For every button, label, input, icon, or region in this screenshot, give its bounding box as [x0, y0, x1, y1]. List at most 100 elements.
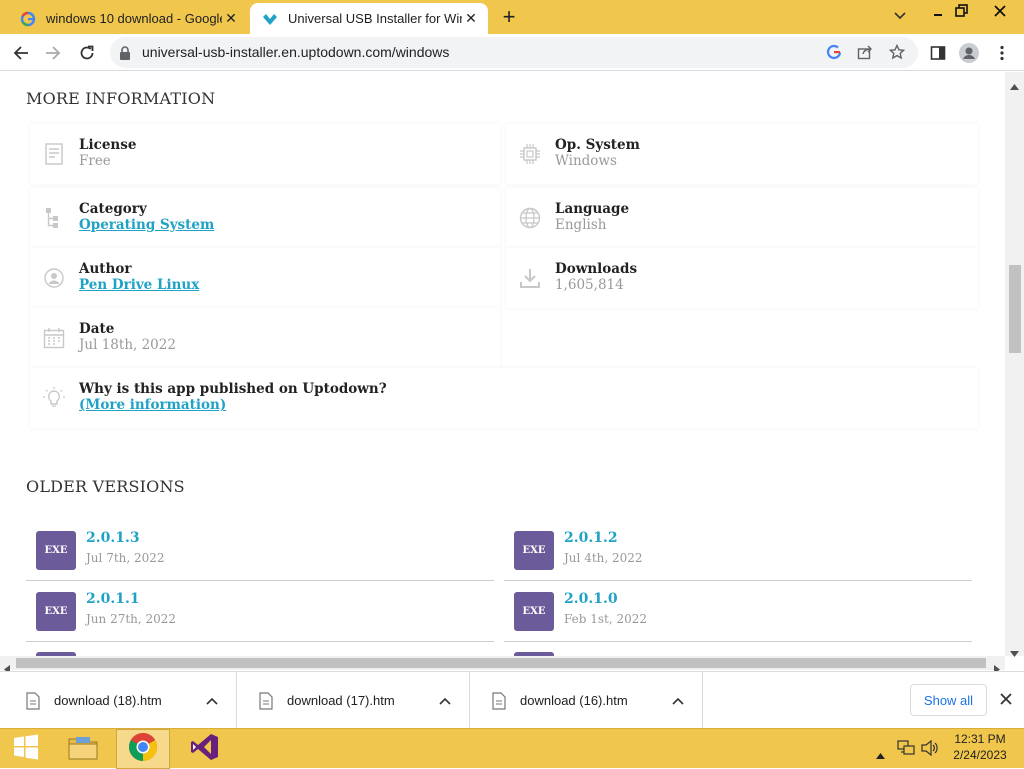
info-card-date: Date Jul 18th, 2022 — [30, 308, 500, 368]
tab-title: Universal USB Installer for Windo — [288, 11, 462, 26]
version-row[interactable]: EXE 2.0.1.1 Jun 27th, 2022 — [26, 581, 494, 642]
version-date: Jul 4th, 2022 — [564, 551, 643, 565]
version-number[interactable]: 2.0.1.3 — [86, 530, 140, 546]
chevron-up-icon[interactable] — [435, 697, 455, 705]
language-title: Language — [555, 201, 630, 217]
tab-google-search[interactable]: windows 10 download - Google S ✕ — [8, 3, 248, 34]
license-document-icon — [42, 142, 66, 166]
new-tab-button[interactable]: + — [498, 6, 520, 29]
taskbar-chrome[interactable] — [116, 729, 170, 769]
tab-search-chevron-icon[interactable] — [886, 6, 914, 26]
close-shelf-icon[interactable] — [996, 689, 1016, 709]
version-row[interactable]: EXE 2.0.1.3 Jul 7th, 2022 — [26, 520, 494, 581]
info-card-downloads: Downloads 1,605,814 — [506, 248, 978, 308]
file-icon — [26, 691, 40, 710]
share-icon[interactable] — [857, 44, 873, 64]
tab-uptodown[interactable]: Universal USB Installer for Windo ✕ — [250, 3, 488, 34]
google-lens-icon[interactable] — [826, 44, 842, 64]
scroll-up-arrow-icon[interactable] — [1010, 75, 1019, 94]
author-link[interactable]: Pen Drive Linux — [79, 277, 199, 293]
license-value: Free — [79, 153, 111, 169]
scroll-down-arrow-icon[interactable] — [1010, 642, 1019, 661]
download-item[interactable]: download (18).htm — [4, 672, 237, 729]
reload-icon[interactable] — [76, 42, 98, 64]
show-hidden-icons-chevron-icon[interactable] — [876, 744, 885, 763]
forward-arrow-icon[interactable] — [42, 42, 64, 64]
version-row[interactable]: EXE 2.0.1.2 Jul 4th, 2022 — [504, 520, 972, 581]
date-title: Date — [79, 321, 115, 337]
side-panel-icon[interactable] — [927, 42, 949, 64]
exe-badge: EXE — [36, 592, 76, 631]
clock-time: 12:31 PM — [954, 732, 1006, 746]
os-title: Op. System — [555, 137, 640, 153]
version-date: Jun 27th, 2022 — [86, 612, 177, 626]
download-item[interactable]: download (16).htm — [470, 672, 703, 729]
file-icon — [259, 691, 273, 710]
window-close-icon[interactable] — [980, 1, 1020, 21]
windows-logo-icon — [13, 734, 39, 764]
download-filename: download (18).htm — [54, 693, 162, 708]
info-card-category: Category Operating System — [30, 188, 500, 248]
show-all-button[interactable]: Show all — [910, 684, 987, 716]
older-versions-heading: OLDER VERSIONS — [26, 477, 185, 496]
network-icon[interactable] — [897, 740, 915, 760]
chevron-up-icon[interactable] — [202, 697, 222, 705]
download-icon — [518, 266, 542, 290]
download-item[interactable]: download (17).htm — [237, 672, 470, 729]
more-menu-icon[interactable] — [991, 42, 1013, 64]
taskbar-file-explorer[interactable] — [58, 729, 108, 769]
back-arrow-icon[interactable] — [10, 42, 32, 64]
profile-avatar-icon[interactable] — [958, 42, 980, 64]
version-date: Jul 7th, 2022 — [86, 551, 165, 565]
version-date: Feb 1st, 2022 — [564, 612, 648, 626]
info-card-why: Why is this app published on Uptodown? (… — [30, 368, 978, 428]
tab-close-icon[interactable]: ✕ — [222, 10, 240, 28]
exe-badge: EXE — [514, 592, 554, 631]
windows-taskbar — [0, 728, 1024, 769]
downloads-value: 1,605,814 — [555, 277, 624, 293]
visual-studio-icon — [190, 732, 220, 766]
start-button[interactable] — [0, 729, 52, 769]
bookmark-star-icon[interactable] — [888, 43, 906, 64]
more-information-link[interactable]: (More information) — [79, 397, 226, 413]
more-information-heading: MORE INFORMATION — [26, 89, 216, 108]
volume-icon[interactable] — [921, 739, 939, 760]
tab-strip: windows 10 download - Google S ✕ Univers… — [0, 0, 1024, 34]
exe-badge: EXE — [36, 531, 76, 570]
author-title: Author — [79, 261, 132, 277]
clock-date: 2/24/2023 — [953, 748, 1007, 762]
tab-close-icon[interactable]: ✕ — [462, 10, 480, 28]
tab-title: windows 10 download - Google S — [46, 11, 222, 26]
version-number[interactable]: 2.0.1.1 — [86, 591, 140, 607]
chip-icon — [518, 142, 542, 166]
calendar-icon — [42, 326, 66, 350]
lock-icon[interactable] — [119, 45, 131, 64]
folder-icon — [67, 733, 99, 765]
user-circle-icon — [42, 266, 66, 290]
version-row[interactable]: EXE 2.0.1.0 Feb 1st, 2022 — [504, 581, 972, 642]
info-card-license: License Free — [30, 124, 500, 184]
google-g-icon — [20, 11, 36, 27]
exe-badge: EXE — [514, 531, 554, 570]
language-value: English — [555, 217, 607, 233]
version-number[interactable]: 2.0.1.2 — [564, 530, 618, 546]
download-filename: download (16).htm — [520, 693, 628, 708]
vertical-scroll-thumb[interactable] — [1009, 265, 1021, 353]
category-tree-icon — [42, 206, 66, 230]
category-link[interactable]: Operating System — [79, 217, 214, 233]
url-text[interactable]: universal-usb-installer.en.uptodown.com/… — [142, 44, 449, 60]
download-shelf: download (18).htm download (17).htm down… — [0, 671, 1024, 729]
downloads-title: Downloads — [555, 261, 638, 277]
chevron-up-icon[interactable] — [668, 697, 688, 705]
lightbulb-icon — [42, 386, 66, 410]
vertical-scrollbar[interactable] — [1005, 72, 1024, 657]
taskbar-visual-studio[interactable] — [178, 729, 232, 769]
os-value: Windows — [555, 153, 617, 169]
taskbar-clock[interactable]: 12:31 PM 2/24/2023 — [945, 731, 1015, 763]
horizontal-scroll-thumb[interactable] — [16, 658, 986, 668]
browser-toolbar: universal-usb-installer.en.uptodown.com/… — [0, 34, 1024, 71]
version-number[interactable]: 2.0.1.0 — [564, 591, 618, 607]
download-filename: download (17).htm — [287, 693, 395, 708]
restore-icon[interactable] — [948, 1, 976, 21]
info-card-author: Author Pen Drive Linux — [30, 248, 500, 308]
